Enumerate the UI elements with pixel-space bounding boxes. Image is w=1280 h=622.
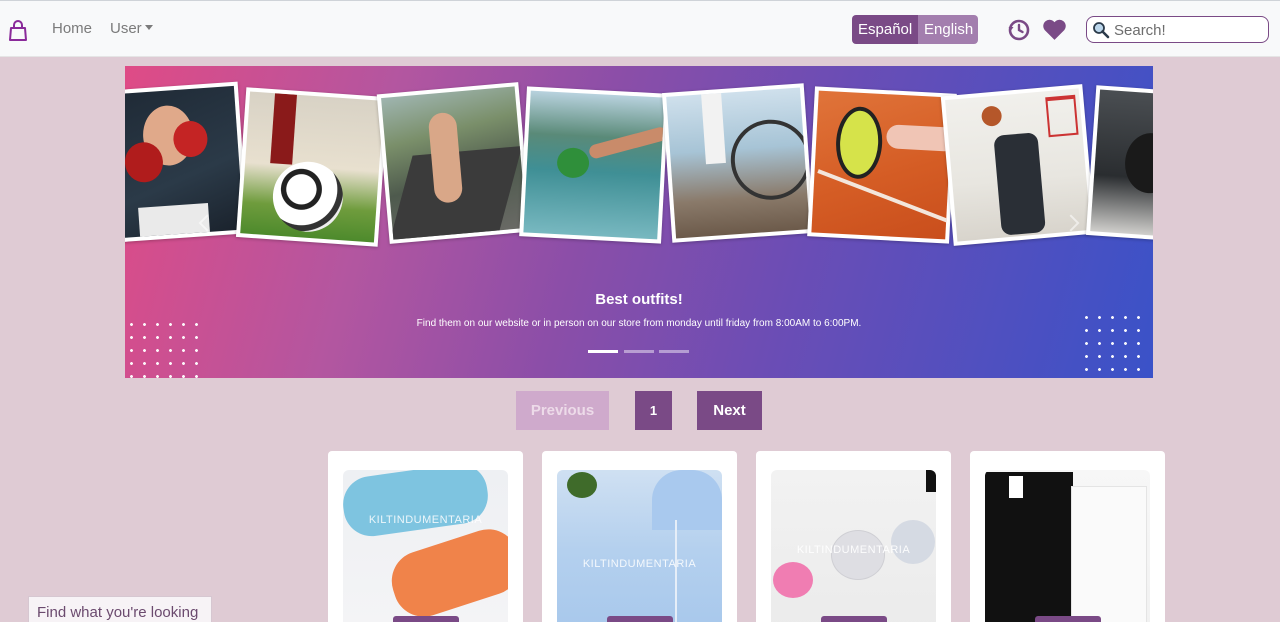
nav-user-dropdown[interactable]: User (110, 20, 153, 37)
product-card[interactable]: KILTINDUMENTARIA (542, 451, 737, 622)
product-watermark: KILTINDUMENTARIA (368, 514, 483, 526)
product-card[interactable]: KILTINDUMENTARIA (756, 451, 951, 622)
court-line (817, 169, 950, 224)
swimmer-arm (587, 125, 665, 160)
history-icon[interactable] (1007, 18, 1031, 42)
swimmer-head (556, 147, 590, 179)
foam-roller-orange (383, 521, 508, 622)
basketball (980, 105, 1003, 127)
language-spanish-button[interactable]: Español (852, 15, 918, 44)
plant-decoration (567, 472, 597, 498)
basketball-hoop (1045, 94, 1079, 138)
carousel-indicator[interactable] (659, 350, 689, 353)
product-card[interactable]: KILTINDUMENTARIA (328, 451, 523, 622)
hero-carousel: Best outfits! Find them on our website o… (125, 66, 1153, 378)
product-image-scarves[interactable] (985, 470, 1150, 622)
product-view-button[interactable] (1035, 616, 1101, 622)
swimming-photo (519, 86, 669, 244)
nav-home-link[interactable]: Home (52, 20, 92, 37)
tracksuit-hood (652, 470, 722, 530)
black-scarf (985, 472, 1073, 622)
nav-user-label: User (110, 20, 142, 37)
product-view-button[interactable] (607, 616, 673, 622)
soccer-photo (235, 87, 389, 247)
search-input[interactable] (1114, 20, 1264, 40)
carousel-indicator-active[interactable] (588, 350, 618, 353)
heart-icon[interactable] (1042, 18, 1067, 41)
tennis-racket (834, 105, 884, 180)
mouthguard-case (891, 520, 935, 564)
cyclist-leg (701, 93, 726, 165)
language-english-button[interactable]: English (918, 15, 978, 44)
product-image-tracksuit[interactable]: KILTINDUMENTARIA (557, 470, 722, 622)
basketball-player (993, 132, 1046, 236)
tennis-photo (807, 86, 957, 244)
search-helper-tab[interactable]: Find what you're looking (28, 596, 212, 622)
bike-wheel (728, 117, 810, 203)
product-image-foam-rollers[interactable]: KILTINDUMENTARIA (343, 470, 508, 622)
soccer-ball (270, 159, 346, 235)
zipper (675, 520, 677, 622)
navbar: Home User Español English (0, 0, 1280, 57)
weight-plate (1123, 131, 1153, 195)
price-tag (1009, 476, 1023, 498)
boxing-photo (125, 81, 249, 243)
page-number-button[interactable]: 1 (635, 391, 672, 430)
carousel-caption-text: Find them on our website or in person on… (416, 318, 862, 329)
search-icon (1093, 22, 1110, 39)
weights-photo (1085, 85, 1153, 245)
foam-roller-blue (343, 470, 492, 540)
next-page-button[interactable]: Next (697, 391, 762, 430)
product-image-mouthguards[interactable]: KILTINDUMENTARIA (771, 470, 936, 622)
caret-down-icon (144, 25, 153, 30)
search-box[interactable] (1086, 16, 1269, 43)
carousel-indicator[interactable] (624, 350, 654, 353)
white-scarf (1071, 486, 1147, 622)
previous-page-button[interactable]: Previous (516, 391, 609, 430)
carousel-caption-title: Best outfits! (595, 291, 683, 308)
soccer-player-leg (270, 93, 298, 165)
running-photo (376, 82, 532, 244)
product-view-button[interactable] (393, 616, 459, 622)
mouthguard-pink (773, 562, 813, 598)
black-corner (926, 470, 936, 492)
cycling-photo (661, 83, 815, 243)
product-watermark: KILTINDUMENTARIA (582, 558, 697, 570)
product-watermark: KILTINDUMENTARIA (796, 544, 911, 556)
product-view-button[interactable] (821, 616, 887, 622)
product-card[interactable] (970, 451, 1165, 622)
bag-icon[interactable] (8, 20, 28, 42)
